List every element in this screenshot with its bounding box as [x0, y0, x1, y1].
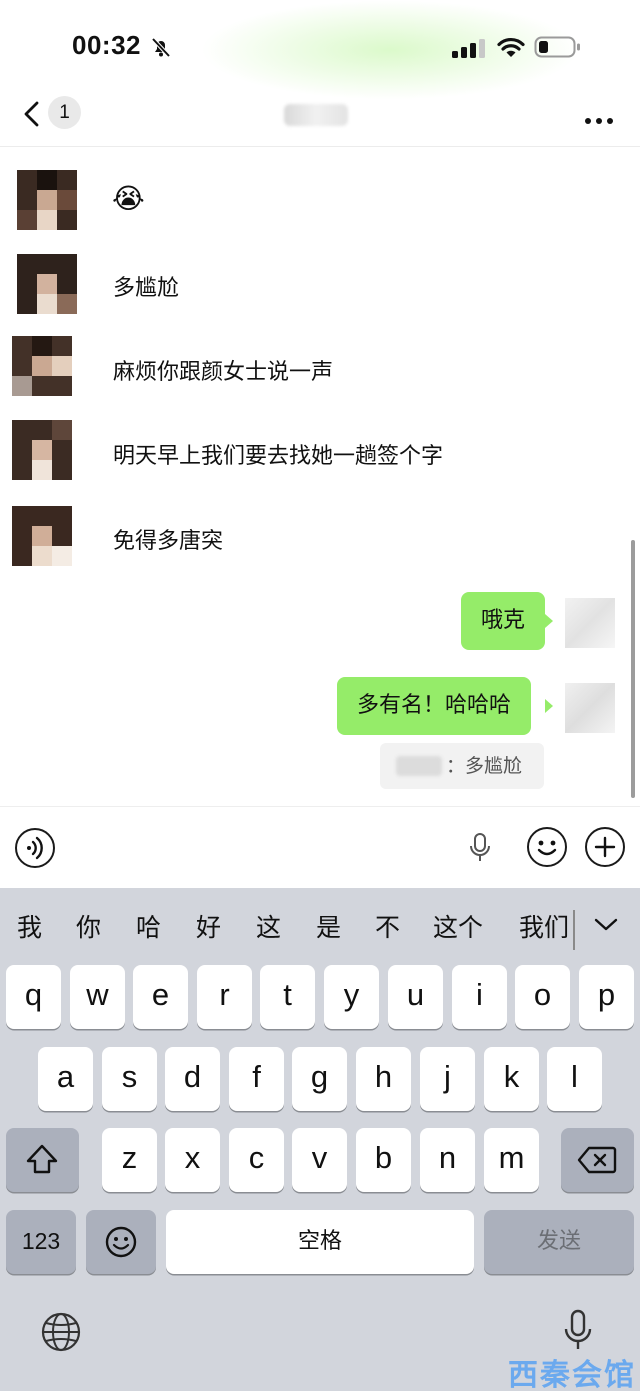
bubble-tail [545, 699, 553, 713]
key-o[interactable]: o [515, 965, 570, 1029]
key-a[interactable]: a [38, 1047, 93, 1111]
quoted-text: ：多尴尬 [446, 755, 523, 777]
shift-arrow-icon [26, 1144, 58, 1174]
candidate-word[interactable]: 这 [256, 908, 281, 944]
key-r[interactable]: r [197, 965, 252, 1029]
key-x[interactable]: x [165, 1128, 220, 1192]
key-t[interactable]: t [260, 965, 315, 1029]
key-c[interactable]: c [229, 1128, 284, 1192]
status-time: 00:32 [72, 30, 141, 60]
candidate-word[interactable]: 好 [196, 908, 221, 944]
expand-candidates-chevron-icon[interactable] [593, 916, 619, 934]
sent-message-bubble[interactable]: 多有名！哈哈哈 [337, 677, 532, 735]
contact-avatar[interactable] [12, 336, 72, 396]
candidate-word[interactable]: 我们 [519, 908, 569, 944]
self-avatar[interactable] [565, 598, 615, 648]
wifi-icon [497, 36, 525, 58]
key-v[interactable]: v [292, 1128, 347, 1192]
emoji-face-icon [105, 1226, 137, 1258]
received-message: 明天早上我们要去找她一趟签个字 [113, 444, 444, 469]
emoji-key[interactable] [86, 1210, 156, 1274]
key-n[interactable]: n [420, 1128, 475, 1192]
unread-count-badge[interactable]: 1 [48, 96, 81, 129]
scrollbar[interactable] [631, 540, 635, 798]
dictation-microphone-icon[interactable] [563, 1309, 593, 1353]
key-h[interactable]: h [356, 1047, 411, 1111]
shift-key[interactable] [6, 1128, 79, 1192]
key-p[interactable]: p [579, 965, 634, 1029]
key-j[interactable]: j [420, 1047, 475, 1111]
bubble-tail [545, 614, 553, 628]
key-f[interactable]: f [229, 1047, 284, 1111]
candidate-word[interactable]: 我 [17, 908, 42, 944]
silent-bell-icon [150, 36, 172, 58]
candidate-word[interactable]: 这个 [433, 908, 483, 944]
key-k[interactable]: k [484, 1047, 539, 1111]
candidate-word[interactable]: 你 [76, 908, 101, 944]
contact-avatar[interactable] [17, 170, 77, 230]
more-options-icon[interactable] [584, 110, 614, 124]
key-e[interactable]: e [133, 965, 188, 1029]
space-key[interactable]: 空格 [166, 1210, 474, 1274]
emoji-icon[interactable] [527, 827, 567, 867]
cellular-signal-icon [452, 38, 486, 58]
key-l[interactable]: l [547, 1047, 602, 1111]
contact-avatar[interactable] [12, 506, 72, 566]
key-y[interactable]: y [324, 965, 379, 1029]
self-avatar[interactable] [565, 683, 615, 733]
candidate-word[interactable]: 是 [316, 908, 341, 944]
key-z[interactable]: z [102, 1128, 157, 1192]
key-d[interactable]: d [165, 1047, 220, 1111]
received-message: 麻烦你跟颜女士说一声 [113, 360, 334, 385]
add-attachment-icon[interactable] [585, 827, 625, 867]
key-s[interactable]: s [102, 1047, 157, 1111]
key-m[interactable]: m [484, 1128, 539, 1192]
back-chevron-icon[interactable] [20, 100, 44, 128]
key-b[interactable]: b [356, 1128, 411, 1192]
key-q[interactable]: q [6, 965, 61, 1029]
battery-icon [534, 36, 582, 58]
quoted-reply[interactable]: ：多尴尬 [380, 743, 544, 789]
globe-icon[interactable] [40, 1311, 82, 1353]
backspace-icon [577, 1146, 617, 1174]
candidate-word[interactable]: 哈 [136, 908, 161, 944]
sent-message-bubble[interactable]: 哦克 [461, 592, 546, 650]
candidate-word[interactable]: 不 [375, 908, 400, 944]
key-u[interactable]: u [388, 965, 443, 1029]
numbers-key[interactable]: 123 [6, 1210, 76, 1274]
received-message: 多尴尬 [113, 276, 180, 301]
key-w[interactable]: w [70, 965, 125, 1029]
chat-title-blurred [284, 104, 348, 126]
contact-avatar[interactable] [12, 420, 72, 480]
contact-avatar[interactable] [17, 254, 77, 314]
watermark: 西秦会馆 [508, 1358, 636, 1393]
send-key[interactable]: 发送 [484, 1210, 634, 1274]
microphone-icon[interactable] [468, 832, 492, 864]
received-message-emoji: 😭 [112, 182, 145, 215]
quoted-sender-blurred [396, 756, 442, 776]
received-message: 免得多唐突 [113, 529, 224, 554]
key-g[interactable]: g [292, 1047, 347, 1111]
candidate-divider [573, 910, 575, 950]
key-i[interactable]: i [452, 965, 507, 1029]
voice-mode-icon[interactable] [15, 828, 55, 868]
backspace-key[interactable] [561, 1128, 634, 1192]
